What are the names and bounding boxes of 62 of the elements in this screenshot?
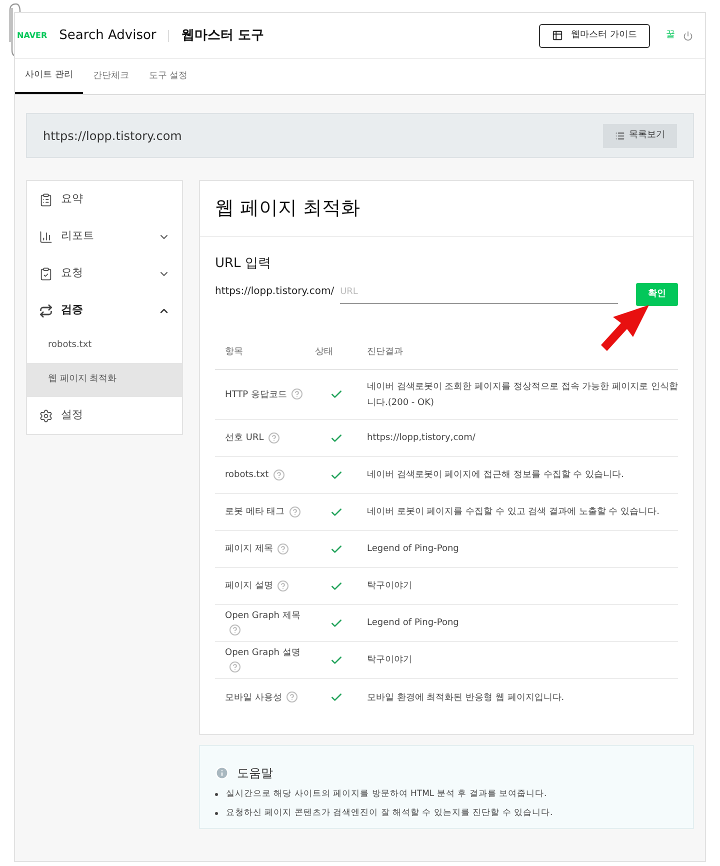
sidebar-item[interactable]: 요약 xyxy=(27,181,182,218)
help-icon[interactable] xyxy=(276,580,289,592)
item-label: 모바일 사용성 xyxy=(225,692,282,703)
power-icon[interactable] xyxy=(683,30,693,40)
help-icon[interactable] xyxy=(286,691,298,704)
url-input-field[interactable]: URL xyxy=(340,286,618,304)
item-label: 페이지 설명 xyxy=(225,581,273,592)
help-icon[interactable] xyxy=(268,432,280,444)
result-text: Legend of Ping-Pong xyxy=(367,617,460,630)
info-icon xyxy=(215,766,229,780)
help-text: 실시간으로 해당 사이트의 페이지를 방문하여 HTML 분석 후 결과를 보여줍니다. xyxy=(226,788,547,801)
site-url: https://lopp.tistory.com xyxy=(43,128,183,144)
clipboard-check-icon xyxy=(39,266,53,280)
sidebar-item[interactable]: 검증 xyxy=(27,292,182,329)
help-icon[interactable] xyxy=(290,388,303,400)
result-text: 탁구이야기 xyxy=(367,654,413,668)
sidebar-subitem[interactable]: robots.txt xyxy=(27,329,182,363)
sidebar-subitem[interactable]: 웹 페이지 최적화 xyxy=(27,363,182,397)
column-header: 진단결과 xyxy=(367,346,403,359)
guide-button[interactable]: 웹마스터 가이드 xyxy=(539,24,650,48)
page-title: 웹 페이지 최적화 xyxy=(200,181,693,236)
item-label: 로봇 메타 태그 xyxy=(225,507,285,518)
sidebar-item[interactable]: 설정 xyxy=(27,397,182,434)
item-label: 페이지 제목 xyxy=(225,544,273,554)
help-text: 요청하신 페이지 콘텐츠가 검색엔진이 잘 해석할 수 있는지를 진단할 수 있습니다. xyxy=(226,807,553,820)
nav-tab[interactable]: 도구 설정 xyxy=(138,59,198,94)
sidebar-item[interactable]: 요청 xyxy=(27,255,182,292)
help-icon[interactable] xyxy=(288,506,301,518)
nav-tab[interactable]: 간단체크 xyxy=(82,59,139,94)
result-text: Legend of Ping-Pong xyxy=(367,543,460,556)
help-icon[interactable] xyxy=(229,660,241,673)
help-title: 도움말 xyxy=(237,765,273,782)
result-text: 네이버 검색로봇이 페이지에 접근해 정보를 수집할 수 있습니다. xyxy=(367,469,625,482)
item-label: robots.txt xyxy=(225,470,269,480)
column-header: 상태 xyxy=(315,346,334,359)
item-label: Open Graph 제목 xyxy=(225,611,300,622)
sidebar-item[interactable]: 리포트 xyxy=(27,218,182,255)
product-name: Search Advisor xyxy=(59,26,156,45)
arrow-annotation xyxy=(599,303,651,353)
item-label: HTTP 응답코드 xyxy=(225,390,287,400)
result-text: 네이버 로봇이 페이지를 수집할 수 있고 검색 결과에 노출할 수 있습니다. xyxy=(367,506,660,520)
table-icon xyxy=(552,30,564,41)
result-text: 탁구이야기 xyxy=(367,580,413,594)
list-button[interactable]: 목록보기 xyxy=(603,124,677,148)
help-icon[interactable] xyxy=(272,468,285,481)
settings-icon xyxy=(39,408,53,422)
naver-logo: NAVER xyxy=(17,30,48,42)
help-icon[interactable] xyxy=(229,624,241,636)
result-text: 모바일 환경에 최적화된 반응형 웹 페이지입니다. xyxy=(367,692,566,705)
help-icon[interactable] xyxy=(276,542,289,555)
tool-title: 웹마스터 도구 xyxy=(181,26,264,45)
item-label: 선호 URL xyxy=(225,433,264,444)
column-header: 항목 xyxy=(224,346,244,359)
swap-arrows-icon xyxy=(39,304,53,318)
list-icon xyxy=(615,130,625,140)
url-prefix: https://lopp.tistory.com/ xyxy=(215,285,334,300)
result-text: https://lopp,tistory,com/ xyxy=(367,432,476,446)
bar-chart-icon xyxy=(39,230,53,244)
result-text: 네이버 검색로봇이 조회한 페이지를 정상적으로 접속 가능한 페이지로 인식합니다.(200 - OK) xyxy=(367,380,678,410)
item-label: Open Graph 설명 xyxy=(225,648,300,658)
clipboard-icon xyxy=(39,192,53,206)
url-label: URL 입력 xyxy=(215,254,272,272)
